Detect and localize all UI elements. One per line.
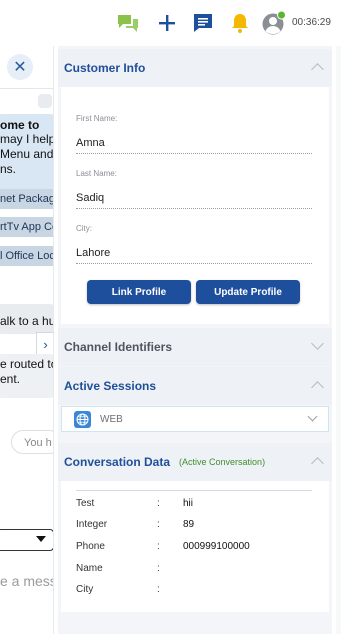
data-value: 89 [183,519,195,530]
customer-info-header[interactable]: Customer Info [58,49,332,87]
bot-message-text: alk to a hu [0,314,54,328]
field-divider [76,263,312,264]
data-separator: : [157,541,160,552]
session-channel-label: WEB [100,414,123,425]
data-key: Phone [76,541,105,552]
active-sessions-title: Active Sessions [64,379,157,393]
menu-option-button[interactable]: net Package [0,189,53,209]
field-divider [76,208,312,209]
customer-info-title: Customer Info [64,61,146,75]
city-field[interactable]: Lahore [76,247,110,259]
message-icon[interactable] [191,11,215,35]
field-divider [76,153,312,154]
user-avatar-icon[interactable] [262,11,286,35]
customer-side-panel: Customer Info First Name: Amna Last Name… [58,46,332,634]
data-value: 000999100000 [183,541,250,552]
dropdown-arrow-icon [36,536,46,542]
user-message-pill: You h [11,430,53,454]
routing-message-line: ent. [0,372,21,386]
update-profile-button[interactable]: Update Profile [196,280,300,304]
welcome-line: ome to [0,118,40,132]
link-profile-button[interactable]: Link Profile [87,280,191,304]
chevron-down-icon[interactable] [307,411,318,422]
city-label: City: [76,224,92,233]
chat-bubbles-icon[interactable] [116,11,140,35]
chevron-up-icon[interactable] [311,381,324,394]
first-name-label: First Name: [76,114,118,123]
welcome-line: ns. [0,162,17,176]
first-name-field[interactable]: Amna [76,137,105,149]
scroll-indicator [38,94,52,108]
menu-option-button[interactable]: rtTv App Co [0,217,53,237]
chat-header: ✕ [0,46,53,89]
data-key: Name [76,563,103,574]
last-name-field[interactable]: Sadiq [76,192,104,204]
chevron-up-icon[interactable] [311,63,324,76]
data-separator: : [157,584,160,595]
session-item-web[interactable]: WEB [61,406,329,432]
chat-panel: ✕ ome to may I help Menu and ns. net Pac… [0,46,54,634]
active-sessions-header[interactable]: Active Sessions [58,367,332,405]
last-name-label: Last Name: [76,169,117,178]
menu-option-button[interactable]: l Office Loc [0,246,53,266]
routing-message-line: e routed to [0,357,54,371]
session-timer: 00:36:29 [292,17,331,28]
bell-icon[interactable] [228,11,252,35]
chevron-up-icon[interactable] [311,457,324,470]
channel-identifiers-title: Channel Identifiers [64,340,173,354]
canned-response-select[interactable] [0,529,53,551]
data-value: hii [183,498,194,509]
panel-scrollbar[interactable] [336,46,341,634]
channel-identifiers-header[interactable]: Channel Identifiers [58,328,332,366]
divider [76,490,312,491]
expand-panel-button[interactable]: › [36,332,53,356]
conversation-data-card: Test : hii Integer : 89 Phone : 00099910… [61,481,329,612]
top-bar: 00:36:29 [0,0,341,46]
conversation-status: (Active Conversation) [179,457,266,467]
conversation-data-header[interactable]: Conversation Data (Active Conversation) [58,443,332,481]
chevron-right-icon: › [43,336,48,352]
data-key: City [76,584,94,595]
welcome-line: Menu and [0,147,54,161]
close-icon[interactable]: ✕ [7,54,33,80]
conversation-data-title: Conversation Data [64,455,171,469]
plus-icon[interactable] [155,11,179,35]
data-separator: : [157,563,160,574]
data-key: Test [76,498,95,509]
data-separator: : [157,519,160,530]
chevron-down-icon[interactable] [311,337,324,350]
data-separator: : [157,498,160,509]
message-input[interactable]: e a mess [0,573,53,589]
data-key: Integer [76,519,108,530]
globe-icon [74,411,91,428]
welcome-line: may I help [0,132,54,146]
